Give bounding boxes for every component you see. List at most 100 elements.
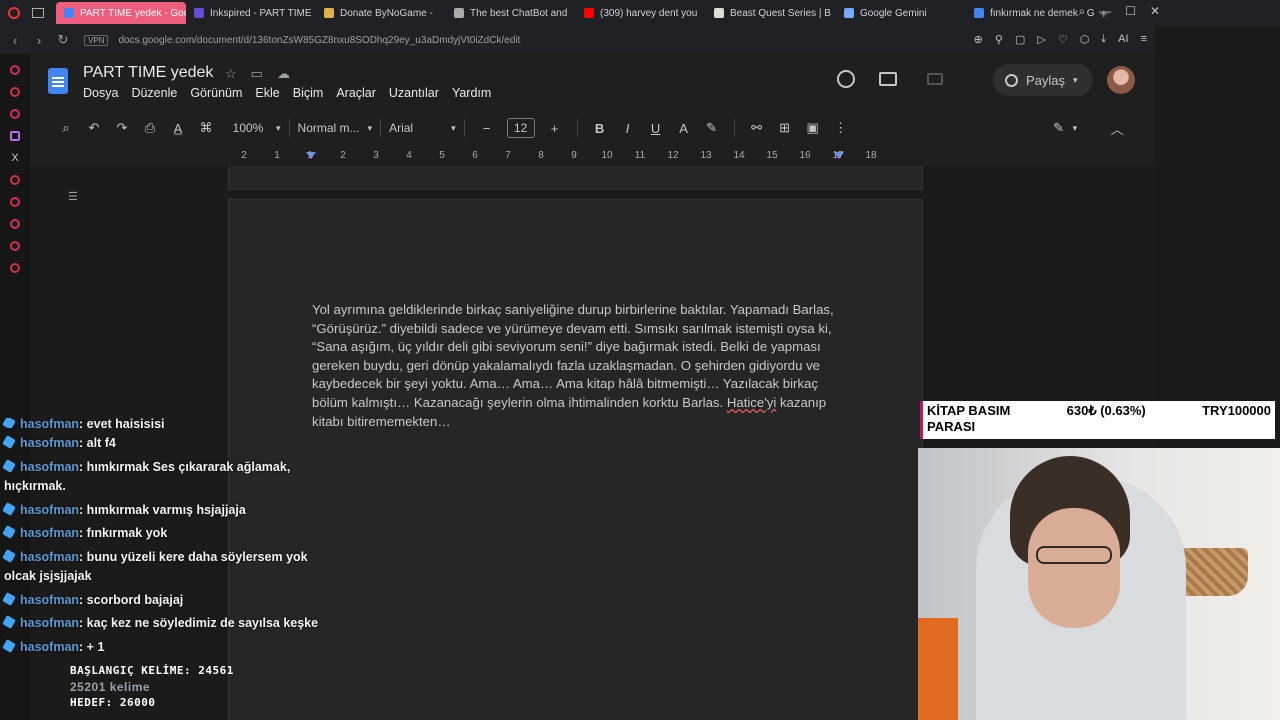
menu-item[interactable]: Yardım	[452, 86, 491, 100]
decrease-font-icon[interactable]: −	[473, 121, 501, 136]
star-icon[interactable]: ☆	[225, 66, 237, 82]
title-actions: ☆ ▭ ☁	[225, 66, 290, 82]
forward-icon[interactable]: ›	[30, 33, 48, 48]
menu-item[interactable]: Biçim	[293, 86, 324, 100]
document-page[interactable]: Yol ayrımına geldiklerinde birkaç saniye…	[228, 199, 923, 720]
opera-logo-icon[interactable]	[8, 7, 20, 19]
style-select[interactable]: Normal m...	[298, 121, 368, 135]
sidebar-extensions-icon[interactable]	[10, 241, 20, 251]
chat-username[interactable]: hasofman	[20, 640, 79, 654]
chat-username[interactable]: hasofman	[20, 550, 79, 564]
sidebar-pinboard-icon[interactable]	[10, 197, 20, 207]
maximize-icon[interactable]: ☐	[1125, 4, 1136, 19]
document-outline-icon[interactable]: ☰	[68, 190, 80, 203]
sidebar-messenger-icon[interactable]	[10, 65, 20, 75]
chat-username[interactable]: hasofman	[20, 526, 79, 540]
sidebar-history-icon[interactable]	[10, 219, 20, 229]
menu-icon[interactable]: ≡	[1141, 33, 1147, 46]
current-word-count[interactable]: 25201 kelime	[70, 679, 234, 695]
url-field[interactable]: docs.google.com/document/d/136tonZsW85GZ…	[118, 35, 520, 46]
document-body[interactable]: Yol ayrımına geldiklerinde birkaç saniye…	[312, 301, 837, 431]
sidebar-instagram-icon[interactable]	[10, 87, 20, 97]
sidebar-player-icon[interactable]	[10, 175, 20, 185]
download-icon[interactable]: ⤓	[1101, 33, 1106, 46]
minimize-icon[interactable]: —	[1099, 4, 1111, 19]
extensions-icon[interactable]: ⬡	[1080, 33, 1090, 46]
sidebar-twitch-icon[interactable]	[10, 131, 20, 141]
chat-username[interactable]: hasofman	[20, 616, 79, 630]
font-select[interactable]: Arial	[389, 121, 451, 135]
comments-icon[interactable]	[879, 72, 897, 86]
redo-icon[interactable]: ↷	[108, 120, 136, 136]
browser-tab[interactable]: Inkspired - PART TIME	[186, 2, 316, 24]
start-word-count: BAŞLANGIÇ KELİME: 24561	[70, 664, 234, 677]
tab-label: PART TIME yedek - Google	[80, 7, 186, 19]
browser-tab[interactable]: The best ChatBot and	[446, 2, 576, 24]
meet-icon[interactable]	[927, 73, 943, 85]
highlight-icon[interactable]: ✎	[698, 120, 726, 136]
version-history-icon[interactable]	[837, 70, 855, 88]
increase-font-icon[interactable]: +	[541, 121, 569, 136]
underline-icon[interactable]: U	[642, 121, 670, 136]
bookmark-icon[interactable]: ♡	[1058, 33, 1068, 46]
zoom-icon[interactable]: ⊕	[974, 33, 983, 46]
docs-logo-icon[interactable]	[48, 68, 68, 94]
misspelled-word[interactable]: Hatice'yi	[727, 395, 776, 410]
snapshot-icon[interactable]: ▢	[1015, 33, 1025, 46]
play-icon[interactable]: ▷	[1037, 33, 1045, 46]
reload-icon[interactable]: ↻	[54, 32, 72, 48]
ruler-number: 2	[340, 150, 346, 161]
chat-username[interactable]: hasofman	[20, 593, 79, 607]
cloud-status-icon[interactable]: ☁	[277, 66, 290, 82]
sidebar-x-icon[interactable]: X	[0, 153, 30, 164]
print-icon[interactable]: ⎙	[136, 120, 164, 136]
spellcheck-icon[interactable]: A̲	[164, 121, 192, 136]
ai-icon[interactable]: AI	[1118, 33, 1128, 46]
chat-username[interactable]: hasofman	[20, 503, 79, 517]
paint-format-icon[interactable]: ⌘	[192, 120, 220, 136]
link-icon[interactable]: ⚯	[743, 120, 771, 136]
avatar[interactable]	[1107, 66, 1135, 94]
add-comment-icon[interactable]: ⊞	[771, 120, 799, 136]
more-icon[interactable]: ⋮	[827, 120, 855, 136]
menu-item[interactable]: Görünüm	[190, 86, 242, 100]
italic-icon[interactable]: I	[614, 121, 642, 136]
search-menus-icon[interactable]: ⌕	[52, 120, 80, 136]
share-button[interactable]: Paylaş ▾	[993, 64, 1093, 96]
move-folder-icon[interactable]: ▭	[251, 66, 263, 82]
hide-menus-icon[interactable]: ︿	[1103, 119, 1131, 138]
bold-icon[interactable]: B	[586, 121, 614, 136]
chat-username[interactable]: hasofman	[20, 460, 79, 474]
zoom-select[interactable]: 100%	[220, 121, 276, 135]
back-icon[interactable]: ‹	[6, 33, 24, 48]
menu-item[interactable]: Araçlar	[336, 86, 376, 100]
document-title[interactable]: PART TIME yedek	[83, 64, 213, 82]
font-size-input[interactable]: 12	[506, 118, 535, 138]
tab-label: The best ChatBot and	[470, 7, 568, 19]
browser-tab[interactable]: PART TIME yedek - Google	[56, 2, 186, 24]
editing-mode-icon[interactable]: ✎	[1045, 120, 1073, 136]
browser-tab[interactable]: Donate ByNoGame -	[316, 2, 446, 24]
insert-image-icon[interactable]: ▣	[799, 120, 827, 136]
undo-icon[interactable]: ↶	[80, 120, 108, 136]
close-window-icon[interactable]: ✕	[1150, 4, 1160, 19]
browser-tab[interactable]: fınkırmak ne demek - G	[966, 2, 1096, 24]
browser-tab[interactable]: (309) harvey dent you	[576, 2, 706, 24]
menu-item[interactable]: Ekle	[255, 86, 279, 100]
horizontal-ruler[interactable]: 2 1 1 2 3 4 5 6 7 8 9 10 11 12 13 14 15 16 17 18	[30, 146, 1155, 166]
sidebar-mail-icon[interactable]	[10, 109, 20, 119]
sidebar-settings-icon[interactable]	[10, 263, 20, 273]
chat-username[interactable]: hasofman	[20, 418, 79, 428]
browser-tab[interactable]: Google Gemini	[836, 2, 966, 24]
menu-item[interactable]: Uzantılar	[389, 86, 439, 100]
menu-item[interactable]: Düzenle	[131, 86, 177, 100]
pin-icon[interactable]: ⚲	[995, 33, 1003, 46]
search-tabs-icon[interactable]: ⌕	[1078, 4, 1085, 19]
tab-overview-icon[interactable]	[32, 8, 44, 18]
browser-tab[interactable]: Beast Quest Series | B	[706, 2, 836, 24]
vpn-badge[interactable]: VPN	[84, 34, 109, 46]
chat-username[interactable]: hasofman	[20, 436, 79, 450]
menu-item[interactable]: Dosya	[83, 86, 118, 100]
tab-favicon-icon	[194, 8, 204, 18]
text-color-icon[interactable]: A	[670, 121, 698, 136]
